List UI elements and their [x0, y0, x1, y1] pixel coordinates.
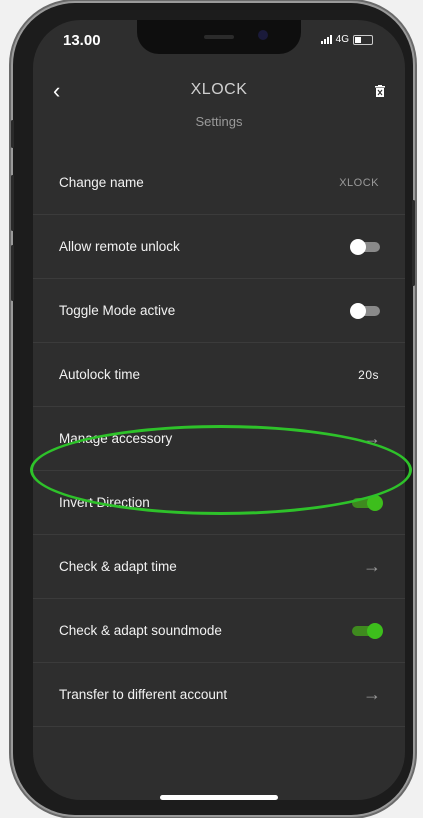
toggle-knob	[350, 302, 366, 319]
battery-icon	[353, 34, 373, 45]
row-value: XLOCK	[339, 176, 379, 189]
row-check-adapt-soundmode: Check & adapt soundmode	[33, 599, 405, 663]
row-allow-remote-unlock: Allow remote unlock	[33, 215, 405, 279]
arrow-right-icon: →	[363, 684, 381, 704]
speaker	[204, 35, 234, 39]
screen: 13.00 4G ‹ XLOCK Settings Change name XL…	[33, 20, 405, 800]
mute-switch	[11, 120, 14, 148]
toggle-knob	[367, 622, 383, 639]
signal-icon	[320, 35, 332, 44]
delete-button[interactable]	[375, 84, 385, 97]
toggle-mode-toggle[interactable]	[350, 302, 380, 319]
volume-down-button	[11, 245, 14, 301]
row-label: Transfer to different account	[59, 687, 228, 702]
arrow-right-icon: →	[363, 556, 381, 576]
row-label: Toggle Mode active	[59, 303, 176, 318]
row-label: Check & adapt time	[59, 559, 177, 574]
row-label: Check & adapt soundmode	[59, 623, 222, 638]
status-indicators: 4G	[320, 34, 373, 45]
row-label: Allow remote unlock	[59, 239, 180, 254]
trash-icon	[375, 85, 385, 97]
notch	[137, 20, 301, 54]
remote-unlock-toggle[interactable]	[350, 238, 380, 255]
row-change-name[interactable]: Change name XLOCK	[33, 151, 405, 215]
camera	[258, 30, 268, 40]
row-transfer-account[interactable]: Transfer to different account →	[33, 663, 405, 727]
row-label: Change name	[59, 175, 144, 190]
row-check-adapt-time[interactable]: Check & adapt time →	[33, 535, 405, 599]
home-indicator[interactable]	[160, 795, 278, 800]
soundmode-toggle[interactable]	[352, 622, 383, 639]
toggle-knob	[350, 238, 366, 255]
page-subtitle: Settings	[195, 114, 243, 129]
row-value: 20s	[358, 367, 379, 382]
volume-up-button	[11, 175, 14, 231]
status-time: 13.00	[63, 32, 101, 49]
side-button	[412, 200, 415, 286]
page-title: XLOCK	[190, 81, 248, 98]
highlight-ellipse	[30, 425, 412, 515]
row-toggle-mode: Toggle Mode active	[33, 279, 405, 343]
network-label: 4G	[335, 34, 349, 45]
row-autolock-time[interactable]: Autolock time 20s	[33, 343, 405, 407]
row-label: Autolock time	[59, 367, 141, 382]
